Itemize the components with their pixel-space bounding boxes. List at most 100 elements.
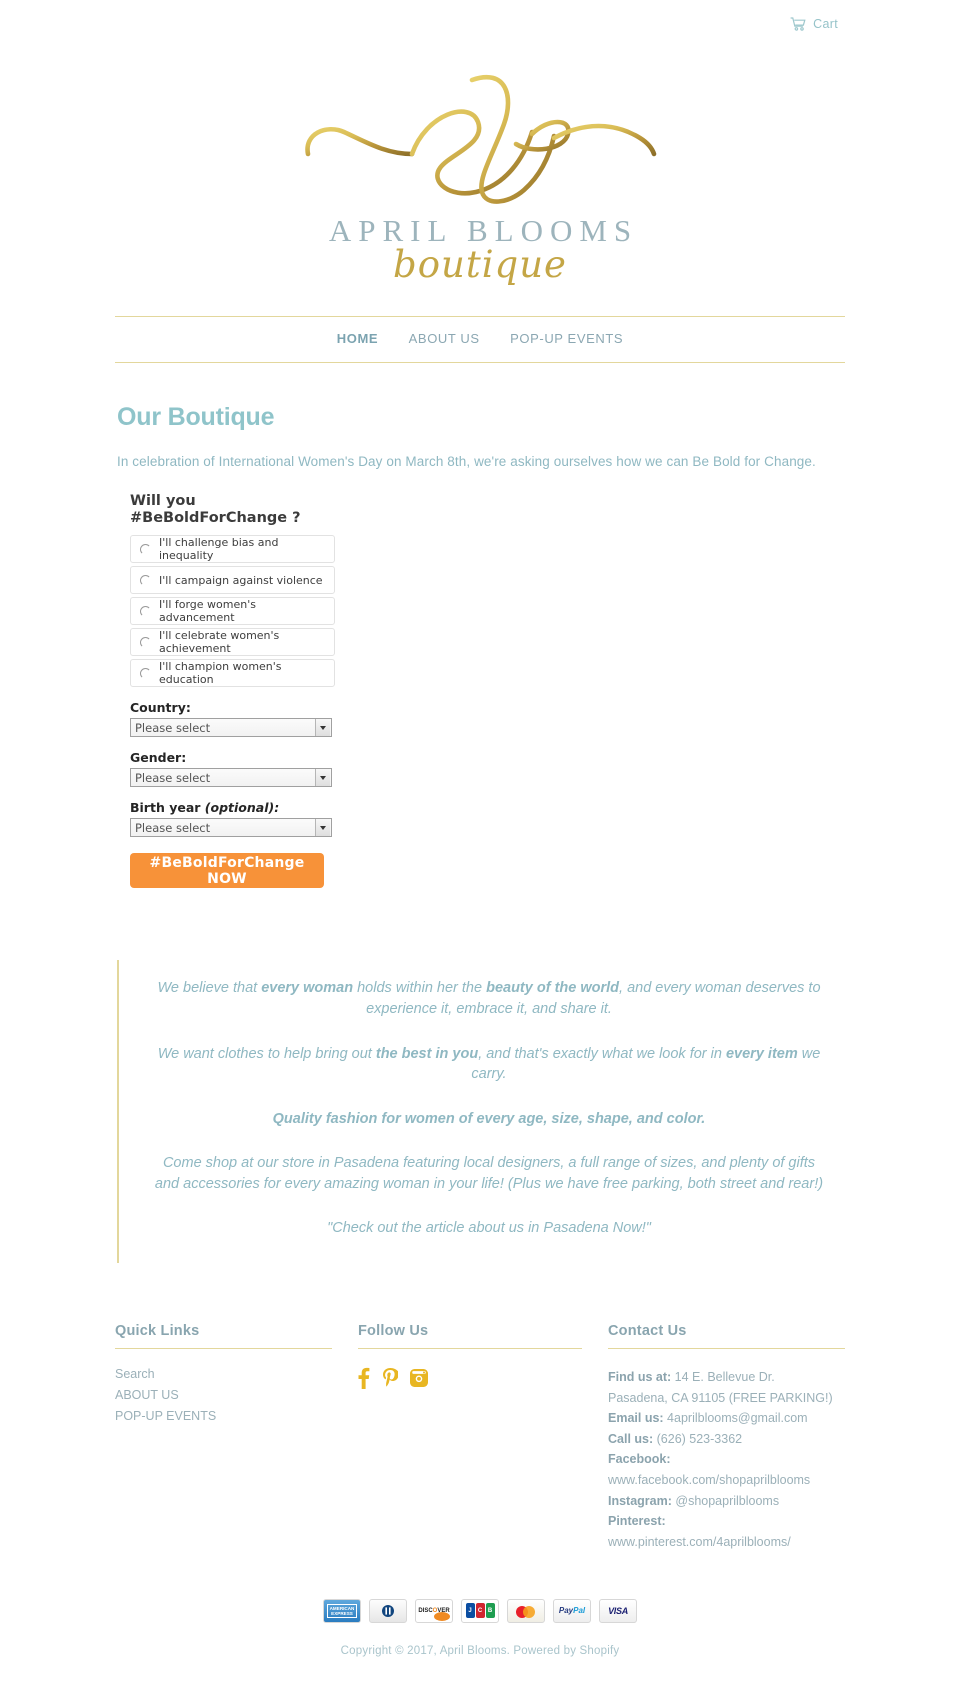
quote-text: We believe that xyxy=(157,980,262,997)
footer-link-search[interactable]: Search xyxy=(115,1367,332,1381)
quote-paragraph-5: "Check out the article about us in Pasad… xyxy=(327,1220,651,1237)
logo-subtitle: boutique xyxy=(393,243,567,286)
contact-label: Find us at: xyxy=(608,1369,672,1384)
contact-label: Pinterest: xyxy=(608,1514,666,1529)
radio-icon[interactable] xyxy=(140,667,151,679)
payment-icon-jcb: JCB xyxy=(461,1598,499,1623)
main-content: Our Boutique In celebration of Internati… xyxy=(115,363,845,1263)
contact-value[interactable]: www.pinterest.com/4aprilblooms/ xyxy=(608,1535,791,1549)
contact-label: Instagram: xyxy=(608,1493,672,1508)
copyright-text: Copyright © 2017, April Blooms. Powered … xyxy=(340,1644,620,1657)
social-icon-row xyxy=(358,1367,582,1394)
contact-label: Call us: xyxy=(608,1431,654,1446)
gender-select[interactable]: Please select xyxy=(130,768,332,788)
poll-option-label: I'll celebrate women's achievement xyxy=(159,629,280,656)
country-select[interactable]: Please select xyxy=(130,718,332,738)
contact-row: Email us: 4aprilblooms@gmail.com xyxy=(608,1408,845,1429)
payment-icon-paypal: PayPal xyxy=(553,1598,591,1623)
contact-row: Instagram: @shopaprilblooms xyxy=(608,1491,845,1512)
quote-paragraph-3: Quality fashion for women of every age, … xyxy=(272,1110,706,1127)
poll-option-4[interactable]: I'll celebrate women's achievement xyxy=(130,628,335,657)
cart-label: Cart xyxy=(813,17,838,31)
poll-option-label: I'll champion women's education xyxy=(159,660,282,687)
gender-label-text: Gender: xyxy=(130,750,187,766)
contact-value: Pasadena, CA 91105 (FREE PARKING!) xyxy=(608,1390,833,1405)
facebook-icon[interactable] xyxy=(358,1367,370,1394)
payment-icon-discover: DISCOVER xyxy=(415,1598,453,1623)
nav-item-pop-up-events[interactable]: POP-UP EVENTS xyxy=(510,331,623,346)
country-label-text: Country: xyxy=(130,700,191,716)
country-select-value: Please select xyxy=(135,720,211,735)
contact-row: Pinterest: www.pinterest.com/4aprilbloom… xyxy=(608,1511,845,1552)
poll-question-line2: #BeBoldForChange ? xyxy=(130,509,301,526)
payment-methods-row: AMERICAN EXPRESS DISCOVER JCB PayPal VISA xyxy=(0,1598,960,1623)
radio-icon[interactable] xyxy=(140,605,151,617)
poll-option-label: I'll challenge bias and inequality xyxy=(159,536,279,563)
footer-follow-us: Follow Us xyxy=(358,1323,608,1553)
page-title: Our Boutique xyxy=(117,403,275,431)
gender-label: Gender: xyxy=(130,750,335,765)
divider xyxy=(115,1347,332,1349)
divider xyxy=(608,1347,845,1349)
radio-icon[interactable] xyxy=(140,543,151,555)
poll-question-line1: Will you xyxy=(130,493,196,509)
cart-link[interactable]: Cart xyxy=(790,17,838,31)
bebold-poll-widget: Will you #BeBoldForChange ? I'll challen… xyxy=(130,493,335,889)
contact-value: @shopaprilblooms xyxy=(671,1493,780,1508)
site-logo[interactable]: APRIL BLOOMS boutique xyxy=(0,48,960,308)
payment-icon-mastercard xyxy=(507,1598,545,1623)
instagram-icon[interactable] xyxy=(410,1368,428,1392)
ab-script-monogram-icon xyxy=(305,74,657,204)
shopping-cart-icon xyxy=(790,17,806,31)
bebold-submit-button[interactable]: #BeBoldForChange NOW xyxy=(130,853,324,889)
birth-year-label-text: Birth year xyxy=(130,800,205,816)
follow-us-title: Follow Us xyxy=(358,1322,429,1339)
poll-option-label: I'll forge women's advancement xyxy=(159,598,256,625)
nav-item-home[interactable]: HOME xyxy=(337,331,378,346)
contact-details: Find us at: 14 E. Bellevue Dr. Pasadena,… xyxy=(608,1367,845,1553)
contact-label: Facebook: xyxy=(608,1452,671,1467)
contact-row: Find us at: 14 E. Bellevue Dr. xyxy=(608,1367,845,1388)
poll-option-label: I'll campaign against violence xyxy=(159,573,323,587)
quote-emphasis: every woman xyxy=(261,980,354,997)
gender-select-value: Please select xyxy=(135,770,211,785)
contact-row: www.facebook.com/shopaprilblooms xyxy=(608,1470,845,1491)
birth-year-select[interactable]: Please select xyxy=(130,818,332,838)
pinterest-icon[interactable] xyxy=(382,1367,399,1394)
payment-icon-diners-club xyxy=(369,1598,407,1623)
footer-link-about-us[interactable]: ABOUT US xyxy=(115,1388,332,1402)
quote-text: , and that's exactly what we look for in xyxy=(478,1045,726,1062)
poll-option-1[interactable]: I'll challenge bias and inequality xyxy=(130,535,335,564)
top-bar: Cart xyxy=(0,0,960,48)
chevron-down-icon[interactable] xyxy=(315,719,330,737)
payment-icon-american-express: AMERICAN EXPRESS xyxy=(323,1598,361,1623)
quick-links-title: Quick Links xyxy=(115,1322,200,1339)
nav-item-about-us[interactable]: ABOUT US xyxy=(409,331,480,346)
footer-quick-links: Quick Links Search ABOUT US POP-UP EVENT… xyxy=(115,1323,358,1553)
poll-option-5[interactable]: I'll champion women's education xyxy=(130,659,335,688)
footer-link-pop-up-events[interactable]: POP-UP EVENTS xyxy=(115,1409,332,1423)
poll-option-3[interactable]: I'll forge women's advancement xyxy=(130,597,335,626)
chevron-down-icon[interactable] xyxy=(315,819,330,837)
boutique-quote-block: We believe that every woman holds within… xyxy=(117,960,845,1263)
contact-value: 14 E. Bellevue Dr. xyxy=(671,1369,775,1384)
chevron-down-icon[interactable] xyxy=(315,769,330,787)
quote-text: holds within her the xyxy=(353,980,487,997)
main-navigation: HOME ABOUT US POP-UP EVENTS xyxy=(115,316,845,363)
radio-icon[interactable] xyxy=(140,574,151,586)
contact-row: Call us: (626) 523-3362 xyxy=(608,1429,845,1450)
contact-value: (626) 523-3362 xyxy=(653,1431,743,1446)
quote-paragraph-4: Come shop at our store in Pasadena featu… xyxy=(154,1155,824,1192)
site-footer: Quick Links Search ABOUT US POP-UP EVENT… xyxy=(115,1323,845,1553)
quote-text: We want clothes to help bring out xyxy=(157,1045,376,1062)
contact-label: Email us: xyxy=(608,1411,664,1426)
contact-row: Pasadena, CA 91105 (FREE PARKING!) xyxy=(608,1388,845,1409)
radio-icon[interactable] xyxy=(140,636,151,648)
birth-year-optional-note: (optional): xyxy=(204,800,280,816)
poll-option-2[interactable]: I'll campaign against violence xyxy=(130,566,335,595)
intro-paragraph: In celebration of International Women's … xyxy=(117,454,816,469)
contact-value[interactable]: www.facebook.com/shopaprilblooms xyxy=(608,1473,810,1487)
divider xyxy=(358,1347,582,1349)
birth-year-label: Birth year (optional): xyxy=(130,800,335,815)
footer-contact-us: Contact Us Find us at: 14 E. Bellevue Dr… xyxy=(608,1323,845,1553)
